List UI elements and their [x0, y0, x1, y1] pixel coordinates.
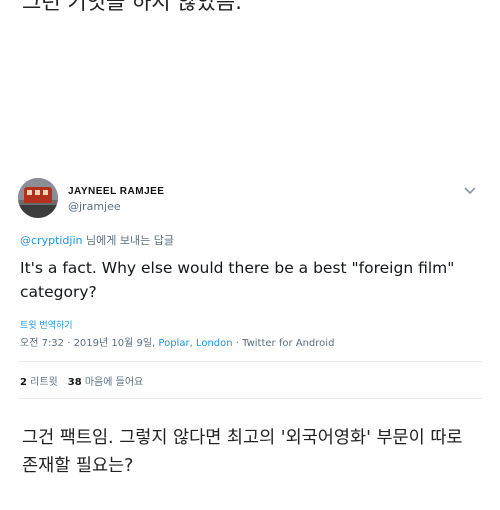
- user-handle[interactable]: @jramjee: [68, 200, 121, 213]
- divider: [18, 398, 482, 399]
- chevron-down-icon-glyph: [464, 187, 476, 195]
- tweet-client: · Twitter for Android: [232, 338, 335, 349]
- tweet-meta: 오전 7:32 · 2019년 10월 9일, Poplar, London ·…: [20, 334, 334, 349]
- tweet-text: It's a fact. Why else would there be a b…: [20, 259, 455, 301]
- tweet-timestamp[interactable]: 오전 7:32 · 2019년 10월 9일,: [20, 338, 158, 349]
- avatar[interactable]: [18, 178, 58, 218]
- like-label[interactable]: 마음에 들어요: [82, 377, 143, 388]
- tweet-stats: 2 리트윗 38 마음에 들어요: [20, 373, 143, 388]
- top-caption-text: 그런 기엇을 하지 않았음.: [22, 0, 242, 14]
- chevron-down-icon[interactable]: [464, 184, 476, 198]
- avatar-window: [43, 190, 48, 195]
- avatar-window: [27, 190, 32, 195]
- retweet-count[interactable]: 2: [20, 377, 27, 388]
- reply-mention-link[interactable]: @cryptidjin: [20, 234, 83, 247]
- bottom-caption-text: 그건 팩트임. 그렇지 않다면 최고의 '외국어영화' 부문이 따로 존재할 필…: [22, 428, 463, 476]
- tweet-location-link[interactable]: Poplar, London: [158, 338, 232, 349]
- translate-tweet-link[interactable]: 트윗 번역하기: [20, 318, 73, 331]
- reply-context: @cryptidjin 님에게 보내는 답글: [20, 232, 174, 248]
- like-count[interactable]: 38: [68, 377, 82, 388]
- reply-context-label: 님에게 보내는 답글: [82, 234, 174, 247]
- retweet-label[interactable]: 리트윗: [27, 377, 58, 388]
- avatar-window: [35, 190, 40, 195]
- divider: [18, 361, 482, 362]
- avatar-road: [18, 205, 58, 218]
- display-name[interactable]: JAYNEEL RAMJEE: [68, 186, 164, 197]
